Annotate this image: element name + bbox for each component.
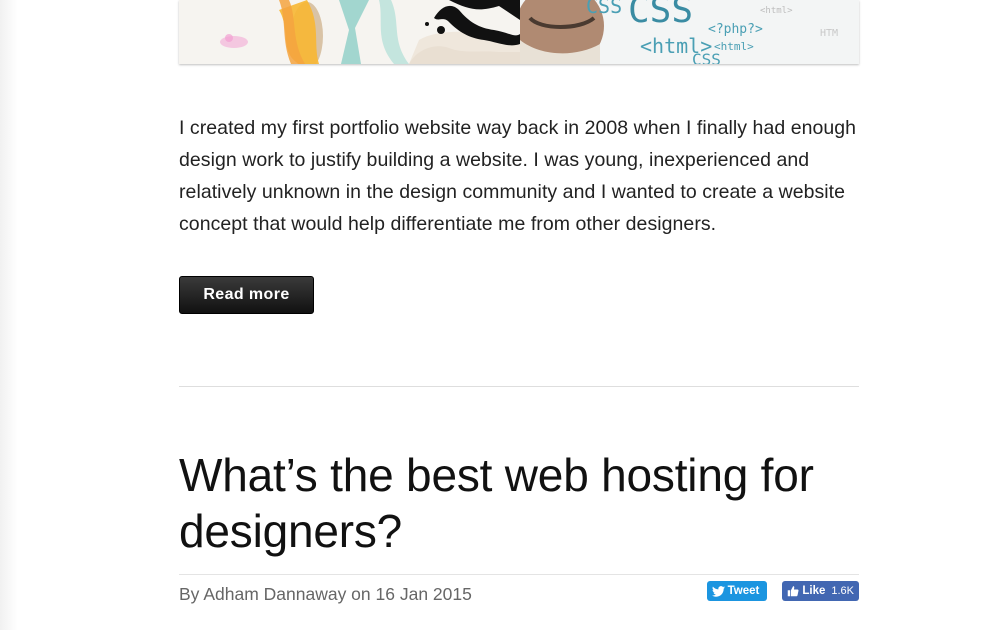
hero-artistic-half (179, 0, 520, 64)
share-buttons: Tweet Like 1.6K (706, 581, 859, 601)
facebook-like-button[interactable]: Like 1.6K (782, 581, 859, 601)
post-divider (179, 386, 859, 387)
page-left-shadow (0, 0, 18, 630)
hero-code-text: <html> (760, 6, 793, 16)
tweet-button[interactable]: Tweet (706, 581, 768, 601)
read-more-button[interactable]: Read more (179, 276, 314, 314)
post-title[interactable]: What’s the best web hosting for designer… (179, 447, 869, 559)
blog-post-list: CSS CSS <html> <?php?> <html> CSS <html>… (179, 0, 859, 611)
like-count: 1.6K (831, 585, 854, 597)
hero-paint-artwork (220, 0, 520, 64)
hero-code-text: CSS (692, 50, 721, 64)
hero-code-text: CSS (586, 0, 623, 18)
hero-code-text: HTM (820, 28, 839, 39)
twitter-bird-icon (711, 585, 725, 597)
post-excerpt: I created my first portfolio website way… (179, 117, 857, 235)
post-byline: By Adham Dannaway on 16 Jan 2015 (179, 584, 472, 604)
hero-code-half: CSS CSS <html> <?php?> <html> CSS <html>… (520, 0, 859, 64)
like-label: Like (802, 585, 826, 597)
hero-code-text: <?php?> (708, 22, 763, 37)
thumbs-up-icon (788, 586, 799, 597)
post-meta: By Adham Dannaway on 16 Jan 2015 Tweet L… (179, 575, 859, 611)
tweet-label: Tweet (727, 585, 760, 597)
post-hero-image[interactable]: CSS CSS <html> <?php?> <html> CSS <html>… (179, 0, 859, 64)
hero-code-text: CSS (628, 0, 694, 31)
